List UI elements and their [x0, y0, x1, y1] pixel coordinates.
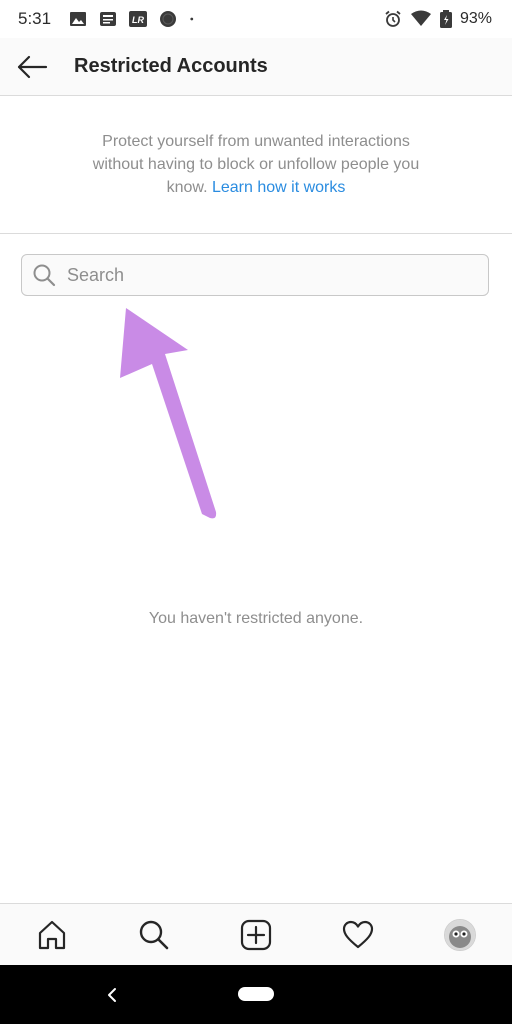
tab-activity[interactable] — [340, 917, 376, 953]
status-left: 5:31 LR — [0, 9, 199, 29]
heart-icon — [342, 920, 374, 948]
empty-state-text: You haven't restricted anyone. — [148, 610, 364, 627]
battery-icon — [439, 10, 452, 28]
intro-text: Protect yourself from unwanted interacti… — [76, 130, 436, 199]
dot-icon — [190, 17, 194, 21]
tab-profile[interactable] — [442, 917, 478, 953]
battery-percent: 93% — [459, 10, 492, 27]
profile-avatar — [444, 918, 476, 951]
image-icon — [70, 12, 87, 26]
search-icon — [31, 262, 57, 288]
news-icon — [100, 12, 117, 26]
nav-back-button[interactable] — [98, 981, 126, 1009]
lightroom-icon: LR — [129, 11, 148, 27]
status-time: 5:31 — [18, 9, 52, 28]
search-icon — [139, 920, 169, 949]
status-right: 93% — [384, 10, 512, 28]
annotation-arrow — [120, 308, 217, 519]
tab-search[interactable] — [136, 917, 172, 953]
arrow-left-icon — [17, 55, 48, 78]
learn-how-it-works-link[interactable]: Learn how it works — [212, 179, 345, 196]
status-bar: 5:31 LR 93% — [0, 0, 512, 38]
chevron-left-icon — [108, 988, 116, 1002]
search-input[interactable] — [65, 256, 469, 294]
tab-add-post[interactable] — [238, 917, 274, 953]
add-post-icon — [240, 919, 272, 950]
home-icon — [38, 920, 66, 949]
page-title: Restricted Accounts — [74, 55, 268, 77]
nav-home-pill[interactable] — [238, 987, 274, 1001]
system-nav-bar — [0, 965, 512, 1024]
app-header: Restricted Accounts — [0, 38, 512, 96]
intro-section: Protect yourself from unwanted interacti… — [0, 96, 512, 234]
tab-home[interactable] — [34, 917, 70, 953]
back-button[interactable] — [10, 45, 54, 89]
alarm-icon — [385, 10, 401, 27]
bottom-tab-bar — [0, 903, 512, 965]
screen: 5:31 LR 93% Restricted Accounts Protect … — [0, 0, 512, 1024]
search-box[interactable] — [21, 254, 489, 296]
svg-text:LR: LR — [132, 15, 144, 25]
wifi-icon — [410, 10, 431, 26]
badge-icon — [160, 11, 177, 27]
